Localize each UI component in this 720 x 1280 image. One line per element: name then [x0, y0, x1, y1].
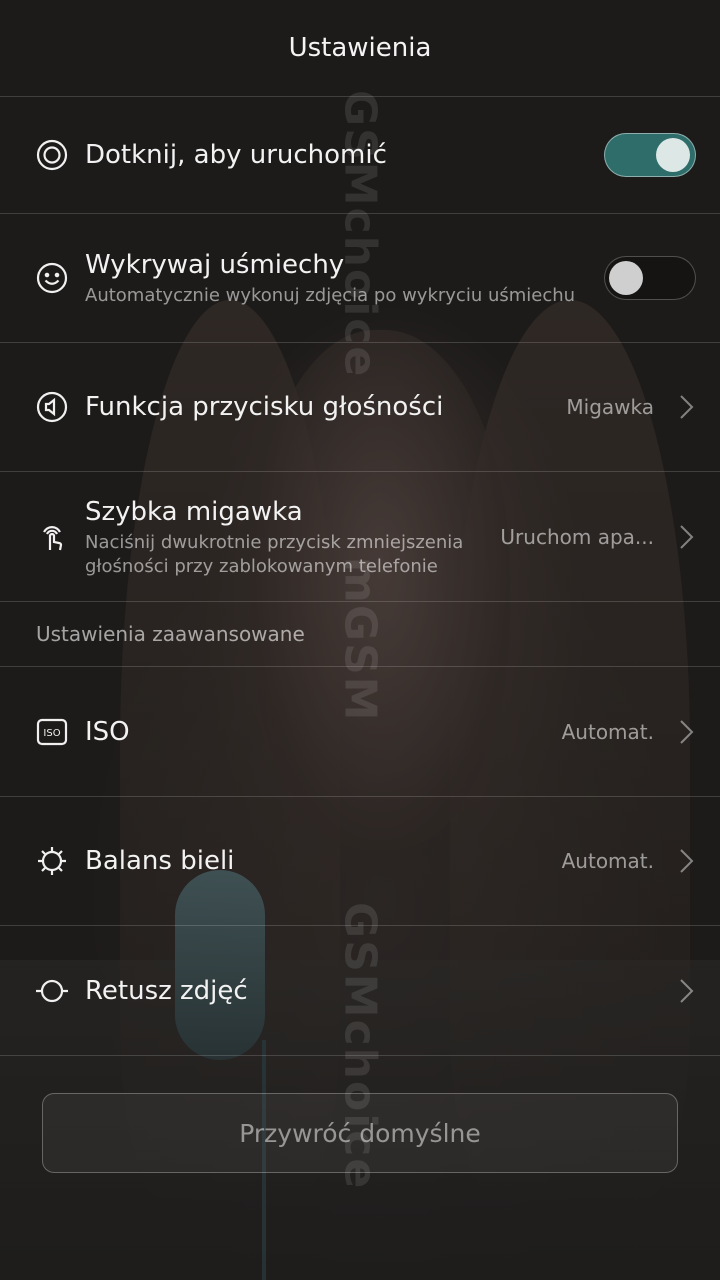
volume-key-icon — [36, 391, 68, 423]
setting-value: Uruchom apa... — [500, 524, 654, 549]
retouch-icon — [36, 975, 68, 1007]
setting-label: Balans bieli — [85, 846, 235, 876]
setting-label: ISO — [85, 716, 130, 747]
setting-quick-snapshot[interactable]: Szybka migawka Naciśnij dwukrotnie przyc… — [0, 472, 720, 602]
setting-label: Dotknij, aby uruchomić — [85, 140, 387, 170]
tap-gesture-icon — [36, 521, 68, 553]
chevron-right-icon — [678, 393, 696, 421]
setting-label: Szybka migawka — [85, 496, 303, 527]
setting-smile-detection[interactable]: Wykrywaj uśmiechy Automatycznie wykonuj … — [0, 214, 720, 343]
setting-value: Migawka — [566, 395, 654, 419]
touch-capture-toggle[interactable] — [604, 133, 696, 177]
iso-icon: ISO — [36, 716, 68, 748]
setting-value: Automat. — [561, 849, 654, 873]
title-bar: Ustawienia — [0, 0, 720, 97]
reset-container: Przywróć domyślne — [42, 1093, 678, 1173]
setting-label: Funkcja przycisku głośności — [85, 392, 444, 422]
setting-description: Naciśnij dwukrotnie przycisk zmniejszeni… — [85, 531, 464, 577]
chevron-right-icon — [678, 523, 696, 551]
advanced-settings-header: Ustawienia zaawansowane — [0, 602, 720, 667]
restore-defaults-button[interactable]: Przywróć domyślne — [42, 1093, 678, 1173]
setting-description: Automatycznie wykonuj zdjęcia po wykryci… — [85, 285, 576, 306]
setting-photo-retouch[interactable]: Retusz zdjęć — [0, 926, 720, 1056]
toggle-knob — [656, 138, 690, 172]
setting-white-balance[interactable]: Balans bieli Automat. — [0, 797, 720, 926]
smile-detection-toggle[interactable] — [604, 256, 696, 300]
setting-label: Wykrywaj uśmiechy — [85, 250, 345, 280]
setting-touch-to-capture[interactable]: Dotknij, aby uruchomić — [0, 97, 720, 214]
target-circle-icon — [36, 139, 68, 171]
setting-iso[interactable]: ISO ISO Automat. — [0, 667, 720, 797]
page-title: Ustawienia — [288, 33, 432, 63]
chevron-right-icon — [678, 847, 696, 875]
smiley-icon — [36, 262, 68, 294]
settings-screen: Ustawienia Dotknij, aby uruchomić Wykryw… — [0, 0, 720, 1280]
iso-icon-text: ISO — [43, 728, 60, 739]
setting-label: Retusz zdjęć — [85, 975, 248, 1006]
setting-value: Automat. — [561, 719, 654, 744]
setting-volume-key-function[interactable]: Funkcja przycisku głośności Migawka — [0, 343, 720, 472]
sun-icon — [36, 845, 68, 877]
chevron-right-icon — [678, 977, 696, 1005]
chevron-right-icon — [678, 718, 696, 746]
toggle-knob — [609, 261, 643, 295]
